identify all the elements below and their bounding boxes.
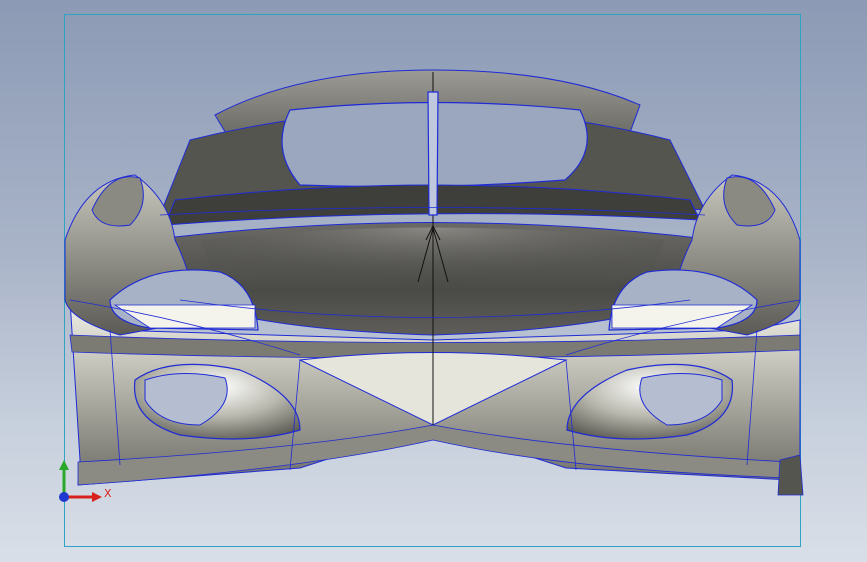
car-model[interactable]: X [0,0,867,562]
x-axis-label: X [104,487,112,500]
z-axis-dot-icon [59,492,69,502]
center-pillar [427,91,439,216]
cad-viewport[interactable]: X [0,0,867,562]
right-mirror[interactable] [723,176,776,227]
right-side-edge [777,454,804,496]
y-axis-arrow-head [59,460,69,470]
car-body[interactable] [64,69,804,496]
left-mirror[interactable] [91,176,144,227]
x-axis-arrow-head [92,492,102,502]
